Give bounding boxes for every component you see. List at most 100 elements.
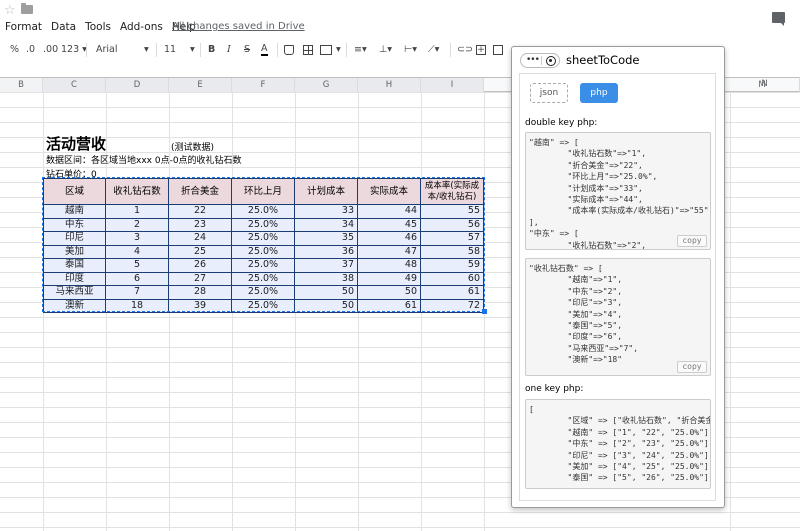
saved-status-link[interactable]: All changes saved in Drive bbox=[172, 21, 305, 32]
header-region[interactable]: 区域 bbox=[43, 178, 106, 205]
cell-cost-ratio[interactable]: 56 bbox=[420, 217, 484, 232]
menu-tools[interactable]: Tools bbox=[85, 21, 111, 33]
cell-mom[interactable]: 25.0% bbox=[231, 244, 295, 259]
chevron-down-icon[interactable]: ▾ bbox=[336, 44, 341, 55]
number-format-dropdown[interactable]: 123 ▾ bbox=[61, 44, 87, 55]
cell-usd[interactable]: 25 bbox=[168, 244, 232, 259]
close-target-icon[interactable] bbox=[546, 56, 556, 66]
cell-region[interactable]: 马来西亚 bbox=[43, 285, 106, 300]
cell-planned-cost[interactable]: 50 bbox=[294, 298, 358, 313]
cell-cost-ratio[interactable]: 72 bbox=[420, 298, 484, 313]
cell-diamonds[interactable]: 7 bbox=[105, 285, 169, 300]
cell-region[interactable]: 泰国 bbox=[43, 258, 106, 273]
cell-mom[interactable]: 25.0% bbox=[231, 258, 295, 273]
cell-diamonds[interactable]: 18 bbox=[105, 298, 169, 313]
insert-chart-icon[interactable] bbox=[493, 45, 503, 55]
align-vertical-icon[interactable]: ⊥▾ bbox=[379, 44, 392, 55]
insert-link-icon[interactable]: ⊂⊃ bbox=[457, 44, 473, 55]
cell-cost-ratio[interactable]: 55 bbox=[420, 204, 484, 219]
selection-fill-handle[interactable] bbox=[482, 309, 487, 314]
cell-planned-cost[interactable]: 50 bbox=[294, 285, 358, 300]
cell-usd[interactable]: 22 bbox=[168, 204, 232, 219]
cell-diamonds[interactable]: 4 bbox=[105, 244, 169, 259]
cell-diamonds[interactable]: 1 bbox=[105, 204, 169, 219]
decrease-decimal-button[interactable]: .0 bbox=[26, 44, 35, 55]
cell-cost-ratio[interactable]: 57 bbox=[420, 231, 484, 246]
double-key-code-box-2[interactable]: "收礼钻石数" => [ "越南"=>"1", "中东"=>"2", "印尼"=… bbox=[525, 258, 711, 376]
cell-planned-cost[interactable]: 38 bbox=[294, 271, 358, 286]
cell-cost-ratio[interactable]: 59 bbox=[420, 258, 484, 273]
column-header-n[interactable]: N bbox=[730, 77, 800, 91]
cell-actual-cost[interactable]: 44 bbox=[357, 204, 421, 219]
cell-usd[interactable]: 27 bbox=[168, 271, 232, 286]
cell-usd[interactable]: 23 bbox=[168, 217, 232, 232]
header-mom[interactable]: 环比上月 bbox=[231, 178, 295, 205]
revenue-table[interactable]: 区域 收礼钻石数 折合美金 环比上月 计划成本 实际成本 成本率(实际成本/收礼… bbox=[43, 178, 484, 313]
font-size-dropdown[interactable]: 11 ▾ bbox=[164, 44, 196, 55]
cell-actual-cost[interactable]: 61 bbox=[357, 298, 421, 313]
cell-mom[interactable]: 25.0% bbox=[231, 285, 295, 300]
cell-planned-cost[interactable]: 36 bbox=[294, 244, 358, 259]
cell-cost-ratio[interactable]: 61 bbox=[420, 285, 484, 300]
one-key-code-box[interactable]: [ "区域" => ["收礼钻石数", "折合美金"], "越南" => ["1… bbox=[525, 399, 711, 489]
bold-button[interactable]: B bbox=[208, 44, 215, 55]
copy-button[interactable]: copy bbox=[677, 361, 707, 373]
cell-mom[interactable]: 25.0% bbox=[231, 271, 295, 286]
cell-actual-cost[interactable]: 49 bbox=[357, 271, 421, 286]
column-header-e[interactable]: E bbox=[169, 78, 232, 92]
header-usd[interactable]: 折合美金 bbox=[168, 178, 232, 205]
cell-usd[interactable]: 28 bbox=[168, 285, 232, 300]
menu-addons[interactable]: Add-ons bbox=[120, 21, 163, 33]
menu-format[interactable]: Format bbox=[5, 21, 42, 33]
more-icon[interactable]: ••• bbox=[526, 55, 540, 66]
header-planned-cost[interactable]: 计划成本 bbox=[294, 178, 358, 205]
cell-mom[interactable]: 25.0% bbox=[231, 217, 295, 232]
menu-data[interactable]: Data bbox=[51, 21, 76, 33]
cell-planned-cost[interactable]: 35 bbox=[294, 231, 358, 246]
header-diamonds[interactable]: 收礼钻石数 bbox=[105, 178, 169, 205]
column-header-h[interactable]: H bbox=[358, 78, 421, 92]
increase-decimal-button[interactable]: .00 bbox=[43, 44, 58, 55]
column-header-b[interactable]: B bbox=[0, 78, 43, 92]
cell-diamonds[interactable]: 6 bbox=[105, 271, 169, 286]
cell-planned-cost[interactable]: 34 bbox=[294, 217, 358, 232]
folder-icon[interactable] bbox=[21, 3, 33, 14]
cell-usd[interactable]: 24 bbox=[168, 231, 232, 246]
cell-region[interactable]: 美加 bbox=[43, 244, 106, 259]
json-button[interactable]: json bbox=[530, 83, 568, 103]
cell-diamonds[interactable]: 3 bbox=[105, 231, 169, 246]
column-header-g[interactable]: G bbox=[295, 78, 358, 92]
header-cost-ratio[interactable]: 成本率(实际成本/收礼钻石) bbox=[420, 178, 484, 205]
cell-actual-cost[interactable]: 47 bbox=[357, 244, 421, 259]
text-rotation-icon[interactable]: ⟋▾ bbox=[428, 44, 439, 55]
cell-usd[interactable]: 39 bbox=[168, 298, 232, 313]
insert-comment-icon[interactable]: + bbox=[476, 45, 486, 55]
panel-capsule[interactable]: ••• bbox=[520, 53, 560, 68]
cell-actual-cost[interactable]: 46 bbox=[357, 231, 421, 246]
cell-actual-cost[interactable]: 45 bbox=[357, 217, 421, 232]
fill-color-icon[interactable] bbox=[284, 45, 294, 55]
header-actual-cost[interactable]: 实际成本 bbox=[357, 178, 421, 205]
cell-region[interactable]: 中东 bbox=[43, 217, 106, 232]
cell-region[interactable]: 印度 bbox=[43, 271, 106, 286]
double-key-code-box-1[interactable]: "越南" => [ "收礼钻石数"=>"1", "折合美金"=>"22", "环… bbox=[525, 132, 711, 250]
copy-button[interactable]: copy bbox=[677, 235, 707, 247]
format-percent-button[interactable]: % bbox=[10, 44, 19, 55]
cell-actual-cost[interactable]: 48 bbox=[357, 258, 421, 273]
cell-region[interactable]: 澳新 bbox=[43, 298, 106, 313]
cell-mom[interactable]: 25.0% bbox=[231, 298, 295, 313]
cell-mom[interactable]: 25.0% bbox=[231, 231, 295, 246]
text-wrap-icon[interactable]: ⊢▾ bbox=[404, 44, 417, 55]
cell-cost-ratio[interactable]: 58 bbox=[420, 244, 484, 259]
cell-planned-cost[interactable]: 33 bbox=[294, 204, 358, 219]
borders-icon[interactable] bbox=[303, 45, 313, 55]
column-header-c[interactable]: C bbox=[43, 78, 106, 92]
cell-usd[interactable]: 26 bbox=[168, 258, 232, 273]
cell-mom[interactable]: 25.0% bbox=[231, 204, 295, 219]
merge-cells-icon[interactable] bbox=[320, 45, 332, 55]
text-color-button[interactable]: A bbox=[261, 44, 268, 56]
column-header-f[interactable]: F bbox=[232, 78, 295, 92]
cell-cost-ratio[interactable]: 60 bbox=[420, 271, 484, 286]
comments-icon[interactable] bbox=[772, 12, 785, 26]
column-header-i[interactable]: I bbox=[421, 78, 484, 92]
